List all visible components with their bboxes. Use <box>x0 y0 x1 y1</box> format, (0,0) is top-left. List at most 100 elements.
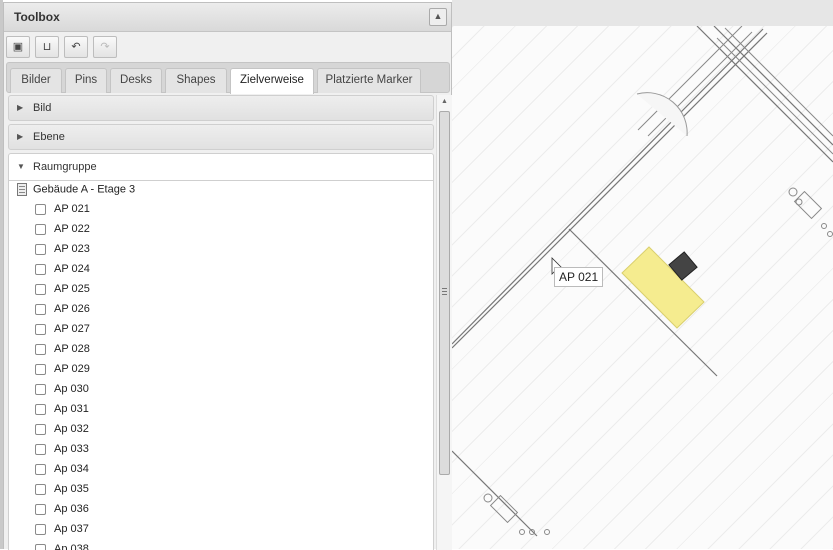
toolbox-panel: Toolbox ▲ ▣ ⊔ ↶ ↷ Bilder Pins Desks Shap… <box>3 2 452 550</box>
fixture <box>489 494 519 524</box>
tab-bilder[interactable]: Bilder <box>10 68 62 93</box>
wall-line <box>716 37 833 155</box>
chevron-right-icon: ▶ <box>17 132 24 141</box>
checkbox[interactable] <box>35 243 46 255</box>
checkbox[interactable] <box>35 283 46 295</box>
toolbox-content: ▶ Bild ▶ Ebene ▼ Raumgruppe Gebäude A - … <box>6 93 434 550</box>
floor-plan-map[interactable]: AP 021 <box>452 0 833 549</box>
tabs-bar: Bilder Pins Desks Shapes Zielverweise Pl… <box>6 62 450 94</box>
unlock-icon: ⊔ <box>42 41 52 53</box>
tree-item[interactable]: Ap 031 <box>35 403 89 423</box>
checkbox[interactable] <box>35 403 46 415</box>
tree-item[interactable]: AP 027 <box>35 323 90 343</box>
fixture <box>483 493 493 503</box>
tree-item[interactable]: Ap 032 <box>35 423 89 443</box>
tree-item-label: Ap 035 <box>54 483 89 496</box>
tree-item-label: Ap 033 <box>54 443 89 456</box>
room-group-tree: Gebäude A - Etage 3 AP 021 AP 022 AP 023 AP… <box>8 181 434 550</box>
tree-item-label: AP 027 <box>54 323 90 336</box>
checkbox[interactable] <box>35 543 46 550</box>
section-bild[interactable]: ▶ Bild <box>8 95 434 121</box>
tree-item-label: AP 023 <box>54 243 90 256</box>
checkbox[interactable] <box>35 443 46 455</box>
tree-item-label: AP 022 <box>54 223 90 236</box>
door-arc <box>636 92 688 137</box>
floor-plan-canvas[interactable]: AP 021 <box>452 25 833 549</box>
tree-item-label: AP 024 <box>54 263 90 276</box>
wall-line <box>696 25 833 163</box>
tree-item[interactable]: Ap 036 <box>35 503 89 523</box>
scroll-up-arrow-icon[interactable]: ▲ <box>437 95 452 109</box>
tree-item[interactable]: Ap 035 <box>35 483 89 503</box>
tree-item-label: AP 028 <box>54 343 90 356</box>
checkbox[interactable] <box>35 223 46 235</box>
tab-shapes[interactable]: Shapes <box>165 68 227 93</box>
tree-item-label: Ap 037 <box>54 523 89 536</box>
checkbox[interactable] <box>35 423 46 435</box>
checkbox[interactable] <box>35 303 46 315</box>
tree-root-building[interactable]: Gebäude A - Etage 3 <box>17 183 135 201</box>
checkbox[interactable] <box>35 343 46 355</box>
content-scrollbar[interactable]: ▲ <box>436 95 452 550</box>
checkbox[interactable] <box>35 263 46 275</box>
grip-icon <box>442 288 447 295</box>
undo-button[interactable]: ↶ <box>64 36 88 58</box>
tree-item-label: Ap 034 <box>54 463 89 476</box>
checkbox[interactable] <box>35 503 46 515</box>
tree-item[interactable]: AP 024 <box>35 263 90 283</box>
tree-item[interactable]: AP 022 <box>35 223 90 243</box>
checkbox[interactable] <box>35 523 46 535</box>
fixture <box>788 187 798 197</box>
unlock-button[interactable]: ⊔ <box>35 36 59 58</box>
fixture <box>793 190 823 220</box>
desk-ap-021 <box>621 246 705 329</box>
section-raumgruppe[interactable]: ▼ Raumgruppe <box>8 153 434 181</box>
wall-line <box>452 32 768 349</box>
wall-line <box>724 27 833 137</box>
tab-zielverweise[interactable]: Zielverweise <box>230 68 314 94</box>
tree-item[interactable]: AP 025 <box>35 283 90 303</box>
tree-item[interactable]: Ap 033 <box>35 443 89 463</box>
redo-button[interactable]: ↷ <box>93 36 117 58</box>
section-label: Bild <box>33 102 52 114</box>
redo-icon: ↷ <box>100 41 110 53</box>
collapse-button[interactable]: ▲ <box>429 8 447 26</box>
chevron-up-icon: ▲ <box>433 11 443 21</box>
chevron-right-icon: ▶ <box>17 103 24 112</box>
wall-line <box>452 28 764 345</box>
toolbox-title: Toolbox <box>14 10 60 24</box>
tree-item-label: Ap 031 <box>54 403 89 416</box>
toolbox-toolbar: ▣ ⊔ ↶ ↷ <box>4 32 451 62</box>
tab-desks[interactable]: Desks <box>110 68 162 93</box>
tree-item-label: AP 026 <box>54 303 90 316</box>
checkbox[interactable] <box>35 463 46 475</box>
checkbox[interactable] <box>35 323 46 335</box>
scroll-thumb[interactable] <box>439 111 450 475</box>
checkbox[interactable] <box>35 483 46 495</box>
save-button[interactable]: ▣ <box>6 36 30 58</box>
tree-item[interactable]: AP 029 <box>35 363 90 383</box>
desk-tooltip: AP 021 <box>554 267 604 287</box>
section-ebene[interactable]: ▶ Ebene <box>8 124 434 150</box>
wall-line <box>637 25 743 131</box>
fixture <box>519 529 525 535</box>
tree-item[interactable]: AP 023 <box>35 243 90 263</box>
checkbox[interactable] <box>35 383 46 395</box>
tree-item[interactable]: AP 026 <box>35 303 90 323</box>
tab-platzierte-marker[interactable]: Platzierte Marker <box>317 68 421 93</box>
tree-item[interactable]: Ap 030 <box>35 383 89 403</box>
fixture <box>544 529 550 535</box>
tab-pins[interactable]: Pins <box>65 68 107 93</box>
chevron-down-icon: ▼ <box>17 162 25 171</box>
tree-item-label: AP 029 <box>54 363 90 376</box>
save-icon: ▣ <box>12 41 24 53</box>
tree-item[interactable]: AP 028 <box>35 343 90 363</box>
toolbox-header: Toolbox ▲ <box>4 3 451 32</box>
tree-item[interactable]: Ap 037 <box>35 523 89 543</box>
tree-item[interactable]: Ap 034 <box>35 463 89 483</box>
checkbox[interactable] <box>35 203 46 215</box>
section-label: Ebene <box>33 131 65 143</box>
checkbox[interactable] <box>35 363 46 375</box>
fixture <box>827 231 833 237</box>
tree-item[interactable]: AP 021 <box>35 203 90 223</box>
